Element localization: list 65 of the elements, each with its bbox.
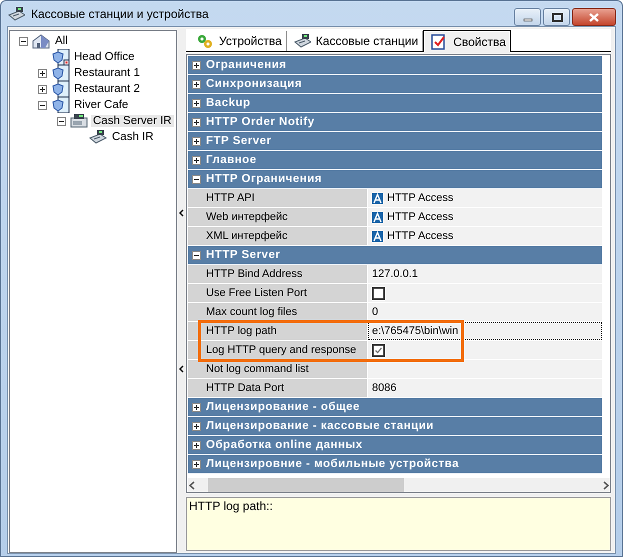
section-header[interactable]: Лицензирование - общее (188, 398, 602, 417)
horizontal-scrollbar[interactable] (188, 478, 610, 492)
section-header[interactable]: Обработка online данных (188, 436, 602, 455)
tree-item[interactable]: Cash Server IR (91, 115, 174, 127)
tree-item[interactable]: Head Office (72, 51, 137, 63)
close-button[interactable] (572, 8, 616, 26)
access-icon (372, 192, 383, 204)
section-title: Синхронизация (206, 78, 302, 90)
access-icon (372, 212, 383, 222)
cash-register-icon (292, 33, 311, 49)
section-header[interactable]: Лицензировние - мобильные устройства (188, 455, 602, 474)
tab[interactable]: Устройства (190, 31, 287, 51)
scroll-right-icon (602, 480, 610, 490)
property-value[interactable]: HTTP Access (368, 227, 602, 245)
tree-item[interactable]: Restaurant 2 (72, 83, 142, 95)
section-header[interactable]: HTTP Server (188, 246, 602, 265)
property-value[interactable]: 8086 (368, 379, 602, 397)
section-header[interactable]: Главное (188, 151, 602, 170)
property-value[interactable]: HTTP Access (368, 208, 602, 226)
access-icon (372, 230, 383, 242)
tree-item[interactable]: River Cafe (72, 99, 130, 111)
property-value[interactable]: 127.0.0.1 (368, 265, 602, 283)
checkbox[interactable] (372, 344, 385, 356)
expand-icon[interactable] (38, 84, 47, 94)
section-title: HTTP Ограничения (206, 173, 322, 185)
section-header[interactable]: Лицензирование - кассовые станции (188, 417, 602, 436)
section-title: Лицензировние - мобильные устройства (206, 458, 459, 470)
section-header[interactable]: Синхронизация (188, 75, 602, 94)
section-title: HTTP Order Notify (206, 116, 315, 128)
scroll-left-icon (188, 480, 196, 490)
section-title: HTTP Server (206, 249, 280, 261)
collapse-icon[interactable] (38, 100, 47, 110)
section-header[interactable]: Backup (188, 94, 602, 113)
tree-item[interactable]: All (53, 35, 70, 47)
window-title: Кассовые станции и устройства (31, 6, 210, 20)
property-value[interactable] (368, 341, 602, 359)
property-value[interactable]: e:\765475\bin\win (368, 322, 602, 340)
section-title: Лицензирование - общее (206, 401, 360, 413)
tree-item[interactable]: Restaurant 1 (72, 67, 142, 79)
section-header[interactable]: Ограничения (188, 56, 602, 75)
property-value[interactable]: HTTP Access (368, 189, 602, 207)
gears-icon (196, 33, 214, 49)
cash-register-icon (7, 6, 25, 22)
property-value[interactable]: 0 (368, 303, 602, 321)
section-title: Обработка online данных (206, 439, 363, 451)
section-title: Backup (206, 97, 251, 109)
checkbox[interactable] (372, 286, 385, 300)
minimize-button[interactable] (514, 8, 541, 26)
collapse-icon[interactable] (19, 36, 28, 46)
expand-icon[interactable] (38, 68, 47, 78)
tree-item[interactable]: Cash IR (110, 131, 156, 143)
maximize-button[interactable] (543, 8, 570, 26)
description-text: HTTP log path:: (186, 497, 611, 551)
tab[interactable]: Свойства (423, 30, 511, 52)
section-header[interactable]: HTTP Order Notify (188, 113, 602, 132)
property-value[interactable] (368, 284, 602, 302)
collapse-icon[interactable] (57, 116, 66, 126)
section-title: Ограничения (206, 59, 286, 71)
section-title: Лицензирование - кассовые станции (206, 420, 434, 432)
maximize-icon (550, 12, 562, 22)
section-title: FTP Server (206, 135, 272, 147)
section-header[interactable]: HTTP Ограничения (188, 170, 602, 189)
section-header[interactable]: FTP Server (188, 132, 602, 151)
close-icon (588, 12, 600, 22)
section-title: Главное (206, 154, 257, 166)
